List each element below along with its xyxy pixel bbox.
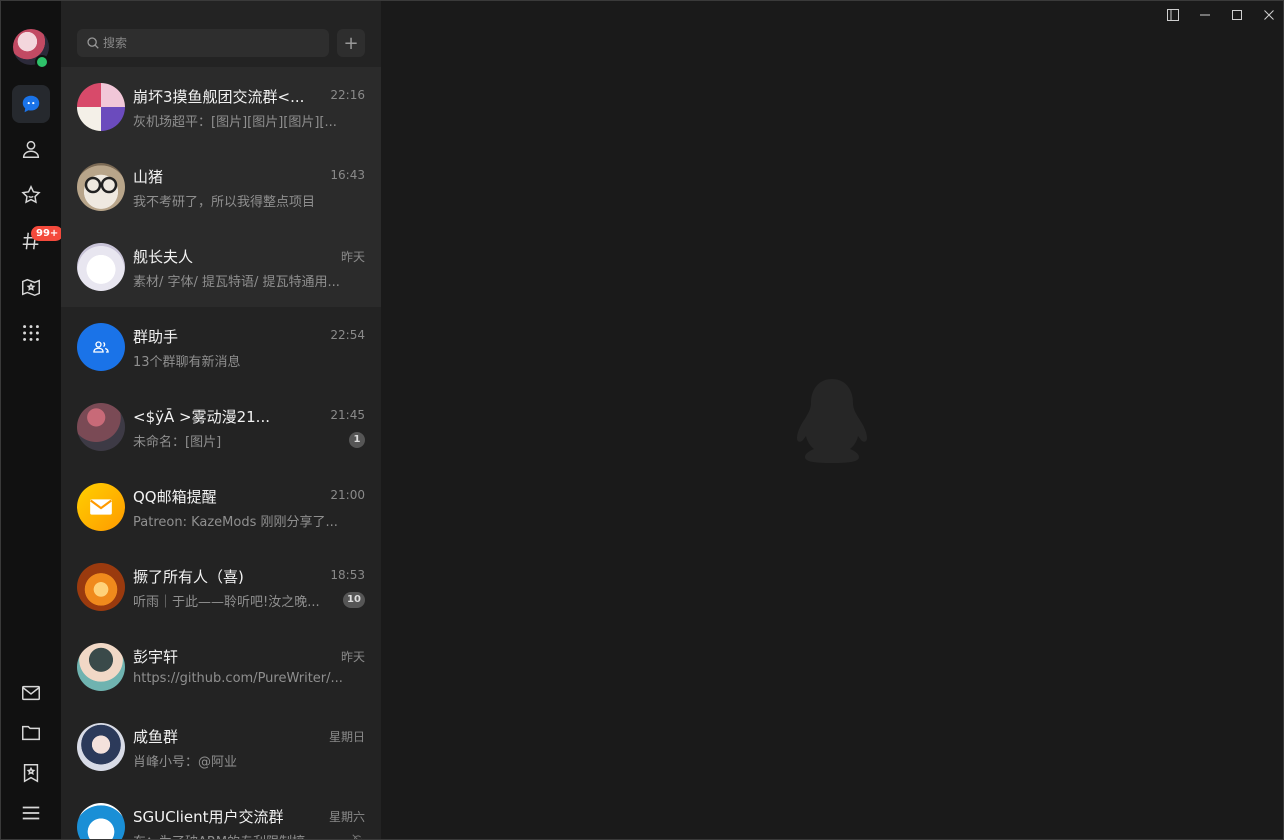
mail-icon xyxy=(22,685,40,701)
chat-preview: 肖峰小号：@阿业 xyxy=(133,755,238,770)
doraemon-avatar xyxy=(77,803,125,839)
chat-preview: 我不考研了，所以我得整点项目 xyxy=(133,195,316,210)
qq-window: 99+ + 崩坏3摸鱼舰团交流群<... xyxy=(0,0,1284,840)
channels-badge: 99+ xyxy=(31,226,64,241)
chat-row[interactable]: <$ÿĀ >雾动漫21... 21:45 未命名：[图片] 1 xyxy=(61,387,381,467)
unread-count: 1 xyxy=(349,432,365,448)
maximize-icon xyxy=(1232,10,1242,20)
chat-time: 22:54 xyxy=(330,328,365,342)
contacts-nav[interactable] xyxy=(12,130,50,168)
chat-name: 崩坏3摸鱼舰团交流群<... xyxy=(133,88,305,106)
chat-name: 撅了所有人（喜) xyxy=(133,568,244,586)
white-hair-girl-avatar xyxy=(77,243,125,291)
games-nav[interactable] xyxy=(12,268,50,306)
chat-time: 昨天 xyxy=(340,650,365,664)
chat-row[interactable]: 舰长夫人 昨天 素材/ 字体/ 提瓦特语/ 提瓦特通用... xyxy=(61,227,381,307)
chat-rows: 崩坏3摸鱼舰团交流群<... 22:16 灰机场超平：[图片][图片][图片][… xyxy=(61,67,381,839)
chat-name: 彭宇轩 xyxy=(133,648,179,666)
menu-nav[interactable] xyxy=(12,794,50,832)
chat-row[interactable]: 咸鱼群 星期日 肖峰小号：@阿业 xyxy=(61,707,381,787)
star-icon xyxy=(21,185,41,204)
apps-nav[interactable] xyxy=(12,314,50,352)
chat-row[interactable]: 群助手 22:54 13个群聊有新消息 xyxy=(61,307,381,387)
chat-name: QQ邮箱提醒 xyxy=(133,488,217,506)
add-button[interactable]: + xyxy=(337,29,365,57)
minimize-icon xyxy=(1200,14,1210,16)
search-icon xyxy=(87,37,99,49)
chat-name: <$ÿĀ >雾动漫21... xyxy=(133,408,270,426)
chat-row[interactable]: SGUClient用户交流群 星期六 东：为了破ARM的专利限制搞... xyxy=(61,787,381,839)
folder-icon xyxy=(22,725,40,741)
chat-row[interactable]: 山猪 16:43 我不考研了，所以我得整点项目 xyxy=(61,147,381,227)
star-map-icon xyxy=(22,278,40,297)
mail-nav[interactable] xyxy=(12,674,50,712)
chat-preview: 东：为了破ARM的专利限制搞... xyxy=(133,831,349,839)
chat-time: 星期日 xyxy=(328,730,365,744)
search-box[interactable] xyxy=(77,29,329,57)
chat-name: SGUClient用户交流群 xyxy=(133,808,284,826)
chat-list-panel: + 崩坏3摸鱼舰团交流群<... 22:16 灰机场超平：[图片][图片][图片… xyxy=(61,1,381,839)
messages-nav[interactable] xyxy=(12,85,50,123)
online-status-dot xyxy=(35,55,49,69)
mail-envelope-icon xyxy=(77,483,125,531)
chat-time: 16:43 xyxy=(330,168,365,182)
hamburger-icon xyxy=(22,806,40,820)
person-icon xyxy=(22,140,40,158)
panel-icon xyxy=(1167,9,1179,21)
sidebar-toggle-button[interactable] xyxy=(1165,7,1181,23)
chat-name: 舰长夫人 xyxy=(133,248,194,266)
minimize-button[interactable] xyxy=(1197,7,1213,23)
chat-time: 星期六 xyxy=(328,810,365,824)
mute-bell-icon xyxy=(352,834,362,839)
chat-name: 山猪 xyxy=(133,168,164,186)
flower-avatar xyxy=(77,403,125,451)
chat-name: 咸鱼群 xyxy=(133,728,179,746)
chat-row[interactable]: 撅了所有人（喜) 18:53 听雨｜于此——聆听吧!汝之晚... 10 xyxy=(61,547,381,627)
chat-row[interactable]: 彭宇轩 昨天 https://github.com/PureWriter/... xyxy=(61,627,381,707)
chat-preview: 灰机场超平：[图片][图片][图片][... xyxy=(133,115,337,130)
chat-bubble-icon xyxy=(22,95,40,113)
bookmarks-nav[interactable] xyxy=(12,754,50,792)
chat-name: 群助手 xyxy=(133,328,179,346)
search-input[interactable] xyxy=(103,29,323,57)
chat-time: 21:00 xyxy=(330,488,365,502)
group-assistant-icon xyxy=(77,323,125,371)
bookmark-star-icon xyxy=(23,764,39,783)
close-button[interactable] xyxy=(1261,7,1277,23)
chat-time: 18:53 xyxy=(330,568,365,582)
fire-avatar xyxy=(77,563,125,611)
files-nav[interactable] xyxy=(12,714,50,752)
chat-row[interactable]: QQ邮箱提醒 21:00 Patreon: KazeMods 刚刚分享了... xyxy=(61,467,381,547)
chat-preview: https://github.com/PureWriter/... xyxy=(133,671,343,686)
boy-anime-avatar xyxy=(77,643,125,691)
chat-preview: 素材/ 字体/ 提瓦特语/ 提瓦特通用... xyxy=(133,275,340,290)
anime-group-avatar xyxy=(77,83,125,131)
grid-icon xyxy=(23,325,39,341)
unread-count: 10 xyxy=(343,592,365,608)
conversation-area xyxy=(381,1,1283,839)
chat-preview: 13个群聊有新消息 xyxy=(133,355,241,370)
qq-penguin-icon xyxy=(797,379,867,463)
glasses-character-avatar xyxy=(77,163,125,211)
chat-time: 22:16 xyxy=(330,88,365,102)
chat-preview: Patreon: KazeMods 刚刚分享了... xyxy=(133,515,338,530)
close-icon xyxy=(1264,10,1274,20)
nav-rail: 99+ xyxy=(1,1,64,839)
chat-preview: 未命名：[图片] xyxy=(133,435,222,450)
favorites-nav[interactable] xyxy=(12,176,50,214)
maximize-button[interactable] xyxy=(1229,7,1245,23)
chat-preview: 听雨｜于此——聆听吧!汝之晚... xyxy=(133,595,320,610)
chat-row[interactable]: 崩坏3摸鱼舰团交流群<... 22:16 灰机场超平：[图片][图片][图片][… xyxy=(61,67,381,147)
chat-time: 21:45 xyxy=(330,408,365,422)
girl-anime-avatar xyxy=(77,723,125,771)
chat-time: 昨天 xyxy=(340,250,365,264)
